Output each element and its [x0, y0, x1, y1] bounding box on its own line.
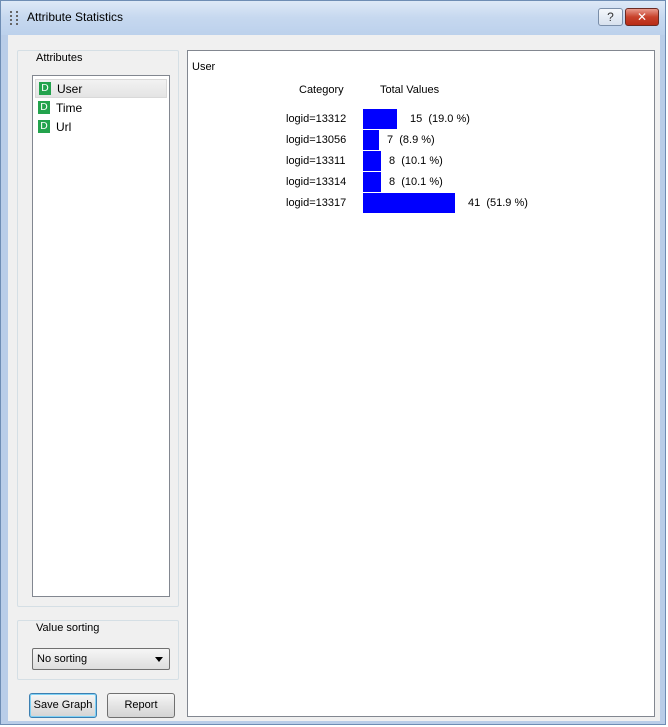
attributes-list[interactable]: D User D Time D Url: [32, 75, 170, 597]
attribute-item-user[interactable]: D User: [35, 79, 167, 98]
value-label: 41 (51.9 %): [468, 197, 528, 209]
attribute-label: Url: [56, 119, 72, 134]
title-bar[interactable]: Attribute Statistics ? ✕: [1, 1, 665, 35]
bar: [363, 151, 381, 171]
graph-title: User: [192, 61, 216, 73]
value-label: 8 (10.1 %): [389, 155, 443, 167]
bar: [363, 130, 379, 150]
category-label: logid=13311: [286, 155, 346, 167]
attribute-item-time[interactable]: D Time: [35, 98, 167, 117]
bar: [363, 109, 397, 129]
category-label: logid=13312: [286, 113, 347, 125]
category-label: logid=13317: [286, 197, 347, 209]
help-button[interactable]: ?: [598, 8, 623, 26]
close-button[interactable]: ✕: [625, 8, 659, 26]
bar: [363, 172, 381, 192]
value-label: 8 (10.1 %): [389, 176, 443, 188]
app-icon: [10, 11, 18, 25]
category-label: logid=13314: [286, 176, 347, 188]
total-values-column-header: Total Values: [380, 84, 440, 96]
value-sorting-label: Value sorting: [33, 622, 103, 634]
attributes-group-label: Attributes: [33, 52, 86, 64]
attribute-item-url[interactable]: D Url: [35, 117, 167, 136]
attribute-label: User: [57, 81, 83, 96]
report-label: Report: [124, 699, 158, 711]
value-sorting-select[interactable]: No sorting: [32, 648, 170, 670]
discrete-icon: D: [39, 82, 51, 95]
value-sorting-selected: No sorting: [37, 653, 88, 665]
graph-panel[interactable]: User Category Total Values logid=13312 15…: [187, 50, 655, 717]
save-graph-button[interactable]: Save Graph: [29, 693, 97, 718]
attribute-label: Time: [56, 100, 83, 115]
save-graph-label: Save Graph: [33, 699, 93, 711]
value-label: 15 (19.0 %): [410, 113, 470, 125]
chevron-down-icon: [155, 657, 163, 662]
discrete-icon: D: [38, 120, 50, 133]
discrete-icon: D: [38, 101, 50, 114]
bar: [363, 193, 455, 213]
value-label: 7 (8.9 %): [387, 134, 435, 146]
window-title: Attribute Statistics: [27, 10, 124, 24]
report-button[interactable]: Report: [107, 693, 175, 718]
category-label: logid=13056: [286, 134, 347, 146]
category-column-header: Category: [299, 84, 344, 96]
